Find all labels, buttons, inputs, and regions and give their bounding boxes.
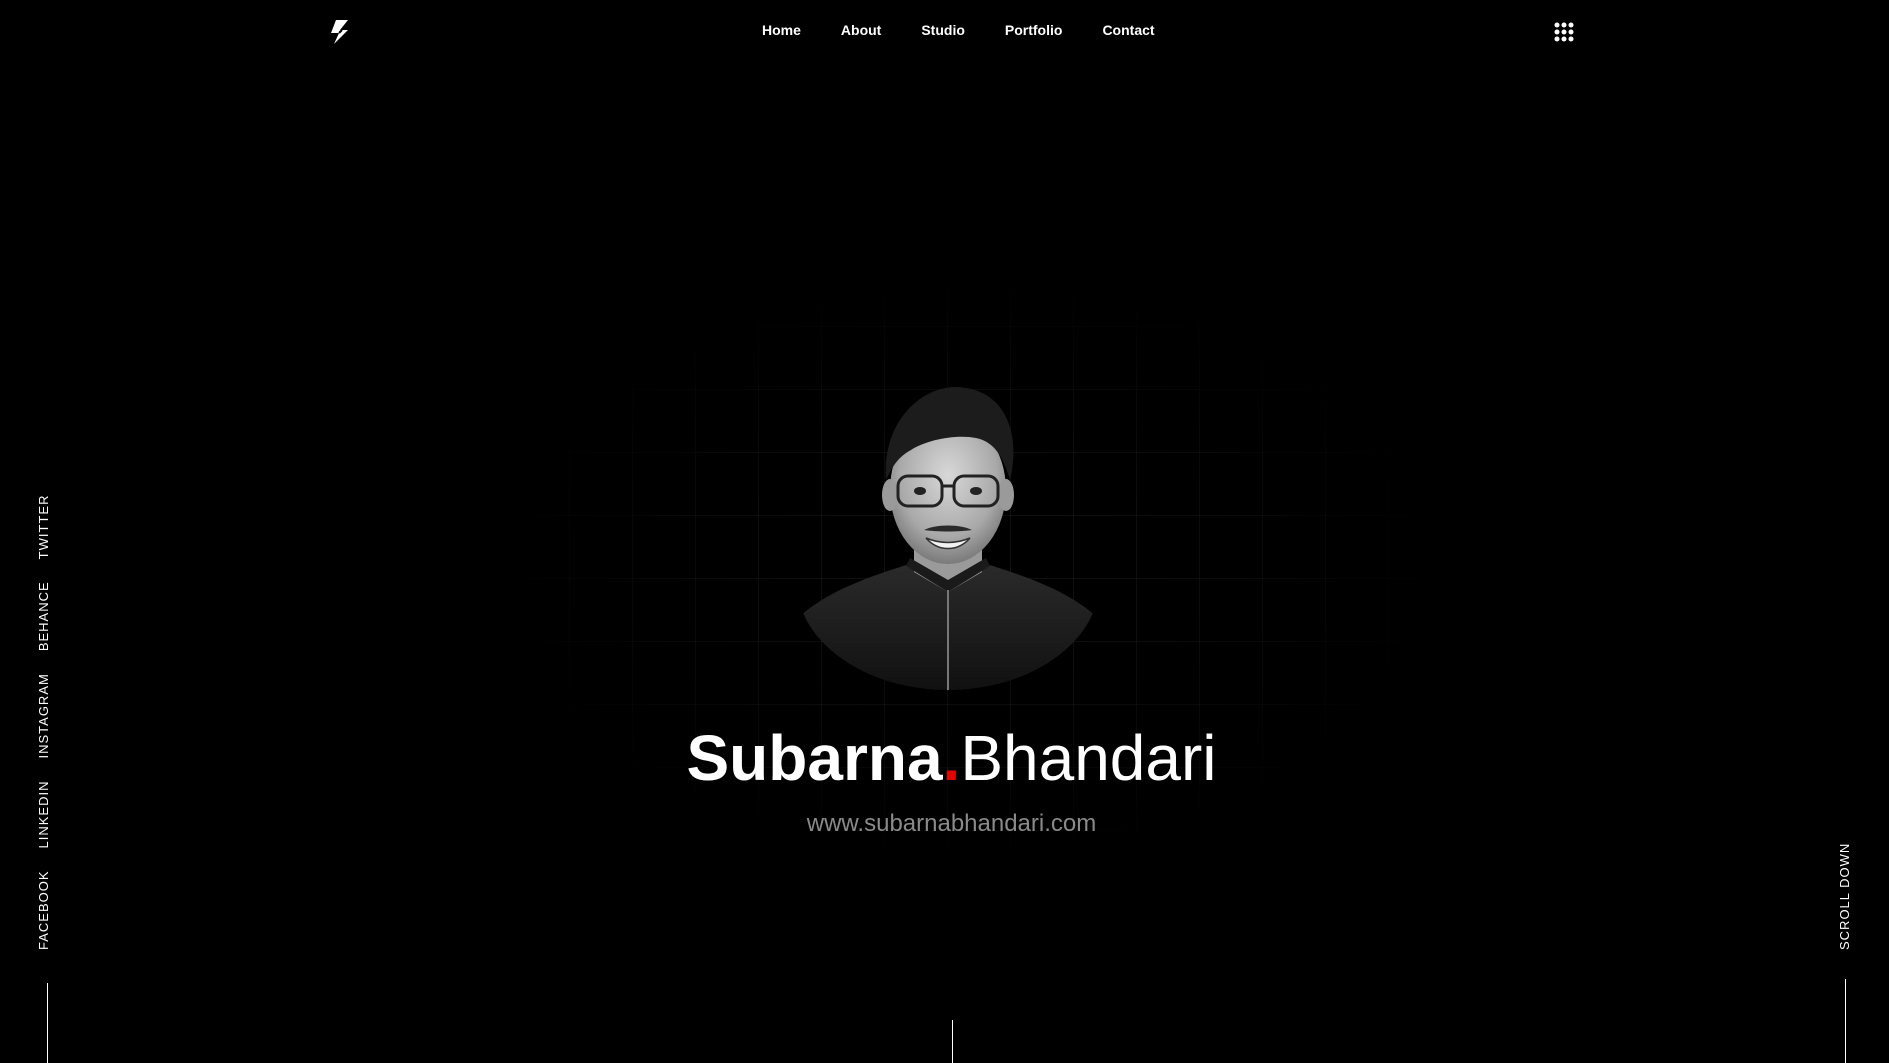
hero-last-name: Bhandari <box>960 722 1217 794</box>
center-divider-line <box>952 1020 953 1063</box>
nav-contact[interactable]: Contact <box>1102 22 1154 38</box>
social-twitter[interactable]: TWITTER <box>36 495 51 560</box>
scroll-down-link[interactable]: SCROLL DOWN <box>1837 843 1852 950</box>
grid-dots-icon[interactable] <box>1554 22 1574 42</box>
nav-home[interactable]: Home <box>762 22 801 38</box>
social-links: FACEBOOK LINKEDIN INSTAGRAM BEHANCE TWIT… <box>36 473 51 950</box>
lightning-bolt-logo-icon[interactable] <box>326 18 354 46</box>
nav-about[interactable]: About <box>841 22 881 38</box>
hero-first-name: Subarna <box>686 722 943 794</box>
social-facebook[interactable]: FACEBOOK <box>36 870 51 950</box>
hero-name-dot: . <box>942 722 961 794</box>
left-divider-line <box>47 983 48 1063</box>
page: Home About Studio Portfolio Contact FACE… <box>0 0 1889 1063</box>
hero-name: Subarna.Bhandari <box>0 722 1889 794</box>
website-link[interactable]: www.subarnabhandari.com <box>0 810 1889 838</box>
social-behance[interactable]: BEHANCE <box>36 581 51 651</box>
right-divider-line <box>1845 979 1846 1063</box>
nav-portfolio[interactable]: Portfolio <box>1005 22 1063 38</box>
main-nav: Home About Studio Portfolio Contact <box>762 22 1155 38</box>
portrait-photo <box>796 386 1100 690</box>
nav-studio[interactable]: Studio <box>921 22 965 38</box>
